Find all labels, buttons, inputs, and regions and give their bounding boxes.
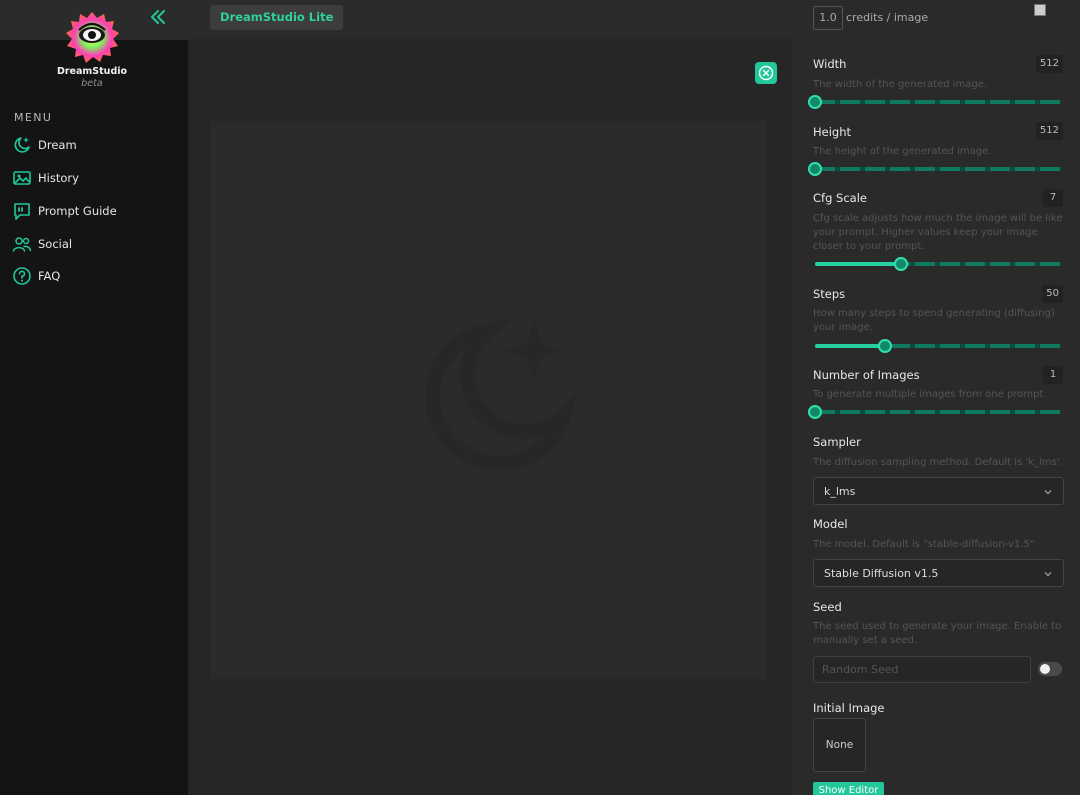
width-desc: The width of the generated image. — [813, 79, 988, 90]
initial-image-dropzone[interactable]: None — [813, 718, 866, 772]
moon-star-watermark-icon — [425, 318, 579, 471]
model-title: Model — [813, 517, 848, 531]
initial-image-title: Initial Image — [813, 701, 885, 715]
chevron-down-icon — [1044, 490, 1052, 495]
steps-desc: How many steps to spend generating (diff… — [813, 308, 1055, 333]
sampler-select[interactable]: k_lms — [813, 477, 1064, 505]
width-slider[interactable] — [808, 95, 1061, 109]
logo-beta: beta — [81, 78, 103, 89]
question-circle-icon — [13, 267, 31, 285]
people-icon — [12, 237, 32, 252]
images-value: 1 — [1043, 366, 1063, 384]
slider-knob[interactable] — [894, 257, 909, 271]
model-select[interactable]: Stable Diffusion v1.5 — [813, 559, 1064, 587]
images-desc: To generate multiple images from one pro… — [813, 389, 1047, 400]
slider-fill — [815, 344, 886, 348]
close-circle-icon — [758, 65, 774, 81]
sidebar-item-faq[interactable]: FAQ — [12, 264, 172, 288]
cfg-slider[interactable] — [815, 257, 1061, 271]
moon-star-icon — [14, 137, 30, 153]
slider-track — [815, 167, 1061, 171]
sidebar-item-label: FAQ — [38, 269, 61, 283]
quote-bubble-icon — [14, 203, 30, 220]
menu-title: MENU — [14, 111, 53, 124]
height-slider[interactable] — [808, 162, 1061, 176]
steps-slider[interactable] — [815, 339, 1061, 353]
height-desc: The height of the generated image. — [813, 146, 992, 157]
credits-value: 1.0 — [813, 6, 843, 30]
seed-input[interactable]: Random Seed — [813, 656, 1031, 683]
slider-fill — [815, 262, 902, 266]
top-bar: DreamStudio Lite — [188, 0, 792, 40]
images-title: Number of Images — [813, 368, 920, 382]
seed-desc: The seed used to generate your image. En… — [813, 621, 1062, 646]
cfg-title: Cfg Scale — [813, 191, 867, 205]
slider-track — [815, 100, 1061, 104]
chevron-down-icon — [1044, 572, 1052, 577]
sidebar-item-label: Prompt Guide — [38, 204, 117, 218]
sampler-selected: k_lms — [824, 485, 856, 498]
slider-knob[interactable] — [878, 339, 893, 353]
model-selected: Stable Diffusion v1.5 — [824, 567, 939, 580]
seed-toggle[interactable] — [1038, 662, 1062, 676]
sidebar-item-prompt-guide[interactable]: Prompt Guide — [12, 199, 172, 223]
sampler-title: Sampler — [813, 435, 861, 449]
sidebar-item-dream[interactable]: Dream — [12, 133, 172, 157]
image-canvas[interactable] — [211, 121, 766, 679]
height-title: Height — [813, 125, 852, 139]
width-title: Width — [813, 57, 847, 71]
sidebar-item-label: Social — [38, 237, 73, 251]
steps-value: 50 — [1042, 285, 1063, 303]
model-desc: The model. Default is "stable-diffusion-… — [813, 539, 1035, 550]
sampler-desc: The diffusion sampling method. Default i… — [813, 457, 1063, 468]
cfg-desc: Cfg scale adjusts how much the image wil… — [813, 213, 1063, 252]
credits-label: credits / image — [846, 11, 929, 24]
sidebar-item-label: History — [38, 171, 79, 185]
sidebar-item-label: Dream — [38, 138, 77, 152]
double-chevron-left-icon[interactable] — [149, 8, 167, 26]
close-button[interactable] — [755, 62, 777, 84]
images-slider[interactable] — [808, 405, 1061, 419]
image-icon — [13, 171, 31, 185]
canvas-area — [188, 40, 792, 795]
sidebar-item-social[interactable]: Social — [12, 232, 172, 256]
toggle-knob — [1040, 664, 1050, 674]
steps-title: Steps — [813, 287, 846, 301]
sidebar-item-history[interactable]: History — [12, 166, 172, 190]
width-value: 512 — [1035, 55, 1063, 73]
slider-knob[interactable] — [808, 405, 822, 419]
sidebar: DreamStudio beta MENU Dream History Prom… — [0, 0, 188, 795]
dreamstudio-lite-pill[interactable]: DreamStudio Lite — [210, 5, 344, 30]
slider-knob[interactable] — [808, 162, 822, 176]
slider-track — [815, 410, 1061, 414]
logo-name: DreamStudio — [56, 66, 128, 77]
avatar[interactable] — [1034, 4, 1046, 16]
slider-knob[interactable] — [808, 95, 822, 109]
dreamstudio-logo — [66, 12, 119, 63]
settings-panel: 1.0 credits / image Width 512 The width … — [792, 0, 1080, 795]
cfg-value: 7 — [1043, 189, 1063, 207]
seed-title: Seed — [813, 600, 842, 614]
height-value: 512 — [1035, 122, 1063, 140]
show-editor-button[interactable]: Show Editor — [813, 782, 884, 795]
